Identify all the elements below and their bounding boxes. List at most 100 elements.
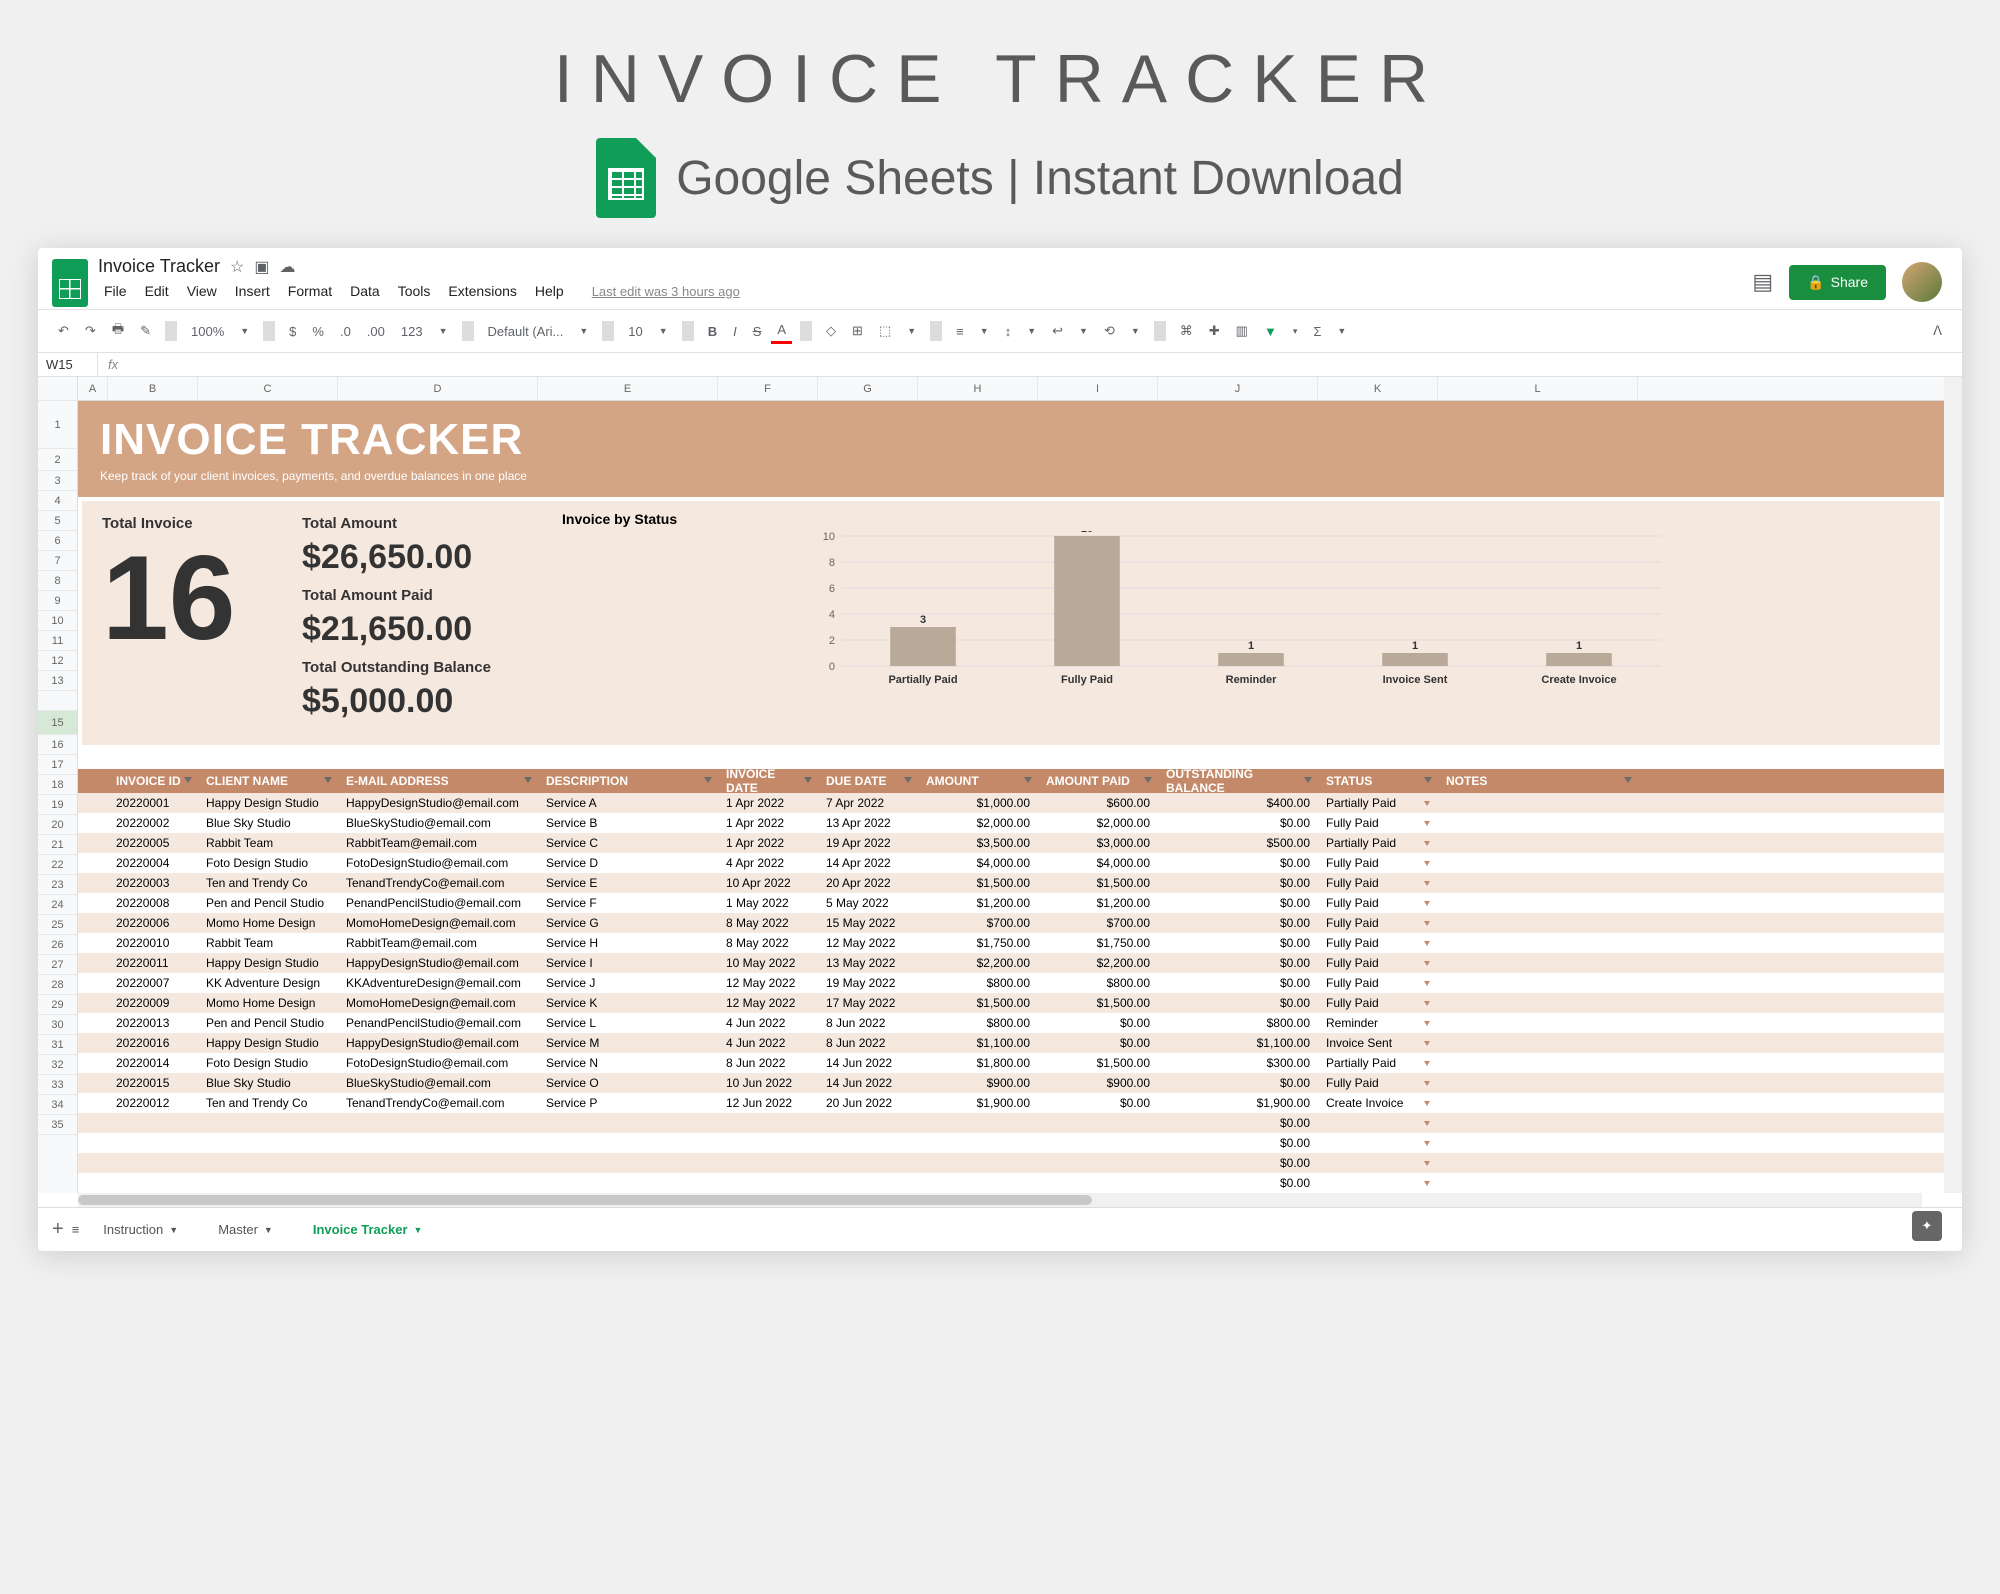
row-header[interactable]: 7 bbox=[38, 551, 77, 571]
row-header[interactable]: 20 bbox=[38, 815, 77, 835]
column-invoice-id[interactable]: INVOICE ID bbox=[108, 769, 198, 793]
column-due-date[interactable]: DUE DATE bbox=[818, 769, 918, 793]
row-header[interactable]: 25 bbox=[38, 915, 77, 935]
menu-edit[interactable]: Edit bbox=[139, 281, 175, 301]
row-header[interactable]: 19 bbox=[38, 795, 77, 815]
menu-data[interactable]: Data bbox=[344, 281, 386, 301]
valign-button[interactable]: ↕ bbox=[999, 320, 1018, 343]
column-outstanding-balance[interactable]: OUTSTANDING BALANCE bbox=[1158, 769, 1318, 793]
all-sheets-button[interactable]: ≡ bbox=[72, 1222, 80, 1237]
cloud-icon[interactable]: ☁ bbox=[280, 257, 296, 277]
table-row[interactable]: 20220001Happy Design StudioHappyDesignSt… bbox=[78, 793, 1944, 813]
italic-button[interactable]: I bbox=[727, 320, 743, 343]
row-header[interactable]: 26 bbox=[38, 935, 77, 955]
table-row[interactable]: 20220007KK Adventure DesignKKAdventureDe… bbox=[78, 973, 1944, 993]
row-header[interactable]: 35 bbox=[38, 1115, 77, 1135]
row-header[interactable]: 11 bbox=[38, 631, 77, 651]
name-box[interactable]: W15 bbox=[38, 353, 98, 376]
col-header-C[interactable]: C bbox=[198, 377, 338, 400]
row-header[interactable]: 32 bbox=[38, 1055, 77, 1075]
row-header[interactable]: 30 bbox=[38, 1015, 77, 1035]
row-header[interactable]: 12 bbox=[38, 651, 77, 671]
star-icon[interactable]: ☆ bbox=[230, 257, 244, 277]
menu-extensions[interactable]: Extensions bbox=[442, 281, 522, 301]
currency-button[interactable]: $ bbox=[283, 320, 302, 343]
table-row[interactable]: 20220009Momo Home DesignMomoHomeDesign@e… bbox=[78, 993, 1944, 1013]
col-header-D[interactable]: D bbox=[338, 377, 538, 400]
col-header-I[interactable]: I bbox=[1038, 377, 1158, 400]
column-client-name[interactable]: CLIENT NAME bbox=[198, 769, 338, 793]
column-e-mail-address[interactable]: E-MAIL ADDRESS bbox=[338, 769, 538, 793]
zoom-select[interactable]: 100% bbox=[185, 320, 230, 343]
comment-icon[interactable]: ▤ bbox=[1752, 269, 1773, 295]
menu-insert[interactable]: Insert bbox=[229, 281, 276, 301]
filter-button[interactable]: ▼ bbox=[1258, 320, 1283, 343]
row-header[interactable] bbox=[38, 691, 77, 711]
menu-format[interactable]: Format bbox=[282, 281, 338, 301]
table-row[interactable]: 20220011Happy Design StudioHappyDesignSt… bbox=[78, 953, 1944, 973]
explore-button[interactable]: ✦ bbox=[1912, 1211, 1942, 1241]
decrease-decimal-button[interactable]: .0 bbox=[334, 320, 357, 343]
column-notes[interactable]: NOTES bbox=[1438, 769, 1638, 793]
share-button[interactable]: 🔒Share bbox=[1789, 265, 1886, 300]
row-header[interactable]: 22 bbox=[38, 855, 77, 875]
row-header[interactable]: 18 bbox=[38, 775, 77, 795]
col-header-H[interactable]: H bbox=[918, 377, 1038, 400]
fill-color-button[interactable]: ◇ bbox=[820, 319, 842, 343]
table-row[interactable]: 20220008Pen and Pencil StudioPenandPenci… bbox=[78, 893, 1944, 913]
column-amount-paid[interactable]: AMOUNT PAID bbox=[1038, 769, 1158, 793]
link-button[interactable]: ⌘ bbox=[1174, 319, 1199, 343]
wrap-button[interactable]: ↩ bbox=[1046, 319, 1069, 343]
table-row[interactable]: $0.00 bbox=[78, 1113, 1944, 1133]
collapse-toolbar-button[interactable]: ᐱ bbox=[1927, 319, 1948, 343]
col-header-L[interactable]: L bbox=[1438, 377, 1638, 400]
row-header[interactable]: 23 bbox=[38, 875, 77, 895]
row-header[interactable]: 10 bbox=[38, 611, 77, 631]
formula-bar[interactable] bbox=[128, 353, 1962, 376]
table-row[interactable]: 20220016Happy Design StudioHappyDesignSt… bbox=[78, 1033, 1944, 1053]
table-row[interactable]: 20220002Blue Sky StudioBlueSkyStudio@ema… bbox=[78, 813, 1944, 833]
col-header-K[interactable]: K bbox=[1318, 377, 1438, 400]
bold-button[interactable]: B bbox=[702, 320, 723, 343]
text-color-button[interactable]: A bbox=[771, 318, 792, 344]
row-header[interactable]: 3 bbox=[38, 471, 77, 491]
row-header[interactable]: 21 bbox=[38, 835, 77, 855]
menu-view[interactable]: View bbox=[181, 281, 223, 301]
halign-button[interactable]: ≡ bbox=[950, 320, 970, 343]
table-row[interactable]: $0.00 bbox=[78, 1153, 1944, 1173]
table-row[interactable]: 20220003Ten and Trendy CoTenandTrendyCo@… bbox=[78, 873, 1944, 893]
row-header[interactable]: 24 bbox=[38, 895, 77, 915]
table-row[interactable]: 20220004Foto Design StudioFotoDesignStud… bbox=[78, 853, 1944, 873]
comment-button[interactable]: ✚ bbox=[1203, 319, 1226, 343]
paint-format-button[interactable]: ✎ bbox=[134, 319, 157, 343]
row-header[interactable]: 13 bbox=[38, 671, 77, 691]
chart-button[interactable]: ▥ bbox=[1230, 319, 1254, 343]
print-button[interactable]: 🖶 bbox=[106, 316, 130, 346]
last-edit-link[interactable]: Last edit was 3 hours ago bbox=[586, 282, 746, 301]
table-row[interactable]: 20220005Rabbit TeamRabbitTeam@email.comS… bbox=[78, 833, 1944, 853]
percent-button[interactable]: % bbox=[306, 320, 330, 343]
row-header[interactable]: 17 bbox=[38, 755, 77, 775]
font-select[interactable]: Default (Ari... bbox=[482, 320, 570, 343]
functions-button[interactable]: Σ bbox=[1307, 320, 1327, 343]
row-header[interactable]: 16 bbox=[38, 735, 77, 755]
strike-button[interactable]: S bbox=[747, 320, 768, 343]
row-header[interactable]: 34 bbox=[38, 1095, 77, 1115]
format-button[interactable]: 123 bbox=[395, 320, 429, 343]
column-invoice-date[interactable]: INVOICE DATE bbox=[718, 769, 818, 793]
table-row[interactable]: $0.00 bbox=[78, 1133, 1944, 1153]
row-header[interactable]: 15 bbox=[38, 711, 77, 735]
col-header-B[interactable]: B bbox=[108, 377, 198, 400]
avatar[interactable] bbox=[1902, 262, 1942, 302]
table-row[interactable]: $0.00 bbox=[78, 1173, 1944, 1193]
borders-button[interactable]: ⊞ bbox=[846, 319, 869, 343]
row-header[interactable]: 6 bbox=[38, 531, 77, 551]
row-header[interactable]: 1 bbox=[38, 401, 77, 449]
row-header[interactable]: 29 bbox=[38, 995, 77, 1015]
redo-button[interactable]: ↷ bbox=[79, 319, 102, 343]
row-header[interactable]: 5 bbox=[38, 511, 77, 531]
row-header[interactable]: 28 bbox=[38, 975, 77, 995]
col-header-F[interactable]: F bbox=[718, 377, 818, 400]
increase-decimal-button[interactable]: .00 bbox=[361, 320, 391, 343]
merge-button[interactable]: ⬚ bbox=[873, 319, 897, 343]
